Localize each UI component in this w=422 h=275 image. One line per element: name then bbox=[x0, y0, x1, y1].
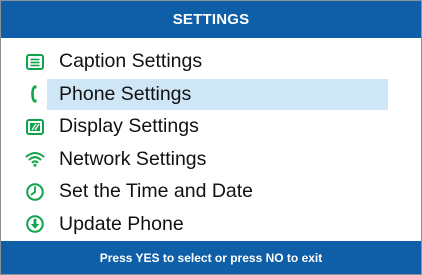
menu-item-update-phone[interactable]: Update Phone bbox=[1, 209, 421, 240]
menu-item-label: Network Settings bbox=[59, 147, 207, 170]
settings-screen: SETTINGS Caption Settings Phone Settings bbox=[0, 0, 422, 275]
phone-icon bbox=[25, 84, 45, 104]
menu-item-network-settings[interactable]: Network Settings bbox=[1, 144, 421, 175]
footer-hint: Press YES to select or press NO to exit bbox=[1, 241, 421, 274]
display-icon bbox=[25, 117, 45, 137]
clock-icon bbox=[25, 182, 45, 202]
menu-item-label: Display Settings bbox=[59, 115, 199, 137]
menu-item-phone-settings[interactable]: Phone Settings bbox=[1, 78, 421, 110]
download-icon bbox=[25, 214, 45, 234]
menu-item-label: Update Phone bbox=[59, 212, 184, 235]
settings-menu: Caption Settings Phone Settings Display bbox=[1, 46, 421, 241]
menu-item-display-settings[interactable]: Display Settings bbox=[1, 111, 421, 142]
menu-item-label: Caption Settings bbox=[59, 50, 203, 72]
page-title: SETTINGS bbox=[1, 1, 421, 38]
menu-item-time-date[interactable]: Set the Time and Date bbox=[1, 176, 421, 207]
menu-item-label: Set the Time and Date bbox=[59, 180, 254, 202]
menu-item-caption-settings[interactable]: Caption Settings bbox=[1, 46, 421, 77]
menu-item-label: Phone Settings bbox=[59, 82, 192, 105]
caption-icon bbox=[25, 52, 45, 72]
wifi-icon bbox=[25, 149, 45, 169]
